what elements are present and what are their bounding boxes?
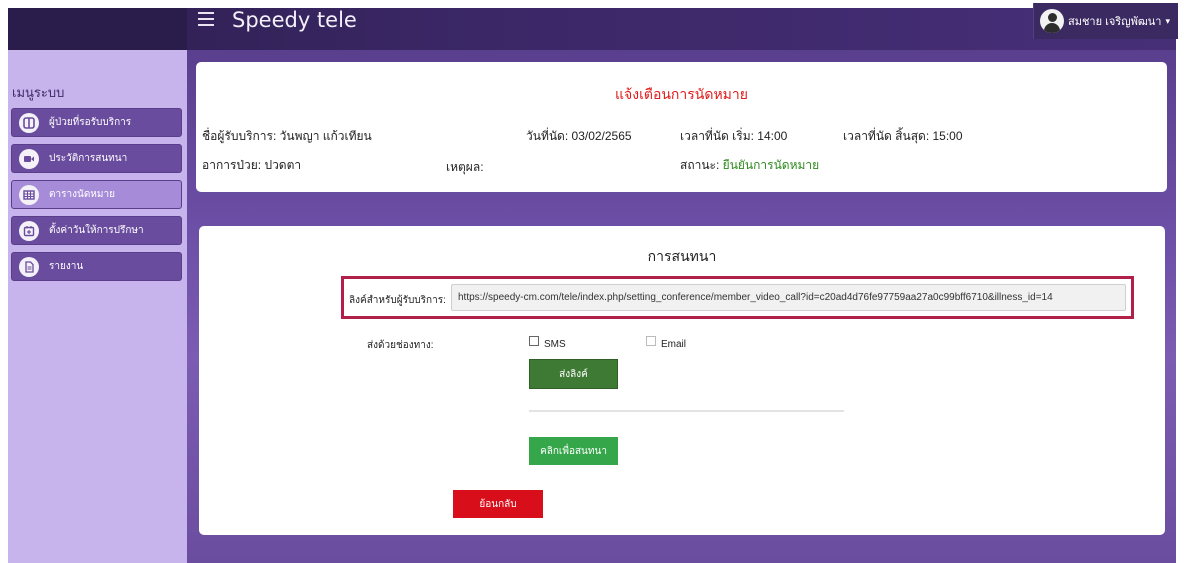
appointment-end-time: เวลาที่นัด สิ้นสุด: 15:00 <box>843 129 963 143</box>
video-camera-icon <box>19 148 39 169</box>
sidebar-item-label: รายงาน <box>49 261 84 272</box>
sidebar-item-reports[interactable]: รายงาน <box>11 252 182 281</box>
main-content: แจ้งเตือนการนัดหมาย ชื่อผู้รับบริการ: วั… <box>187 50 1176 563</box>
sidebar-item-label: ตารางนัดหมาย <box>49 189 115 200</box>
email-label: Email <box>661 339 687 350</box>
conversation-title: การสนทนา <box>647 248 717 264</box>
appointment-status: สถานะ: ยืนยันการนัดหมาย <box>680 156 819 175</box>
appointment-alert-title: แจ้งเตือนการนัดหมาย <box>615 86 748 102</box>
hamburger-menu-icon[interactable] <box>198 12 214 28</box>
client-name: ชื่อผู้รับบริการ: วันพญา แก้วเทียน <box>202 129 372 143</box>
sidebar-item-consult-days[interactable]: ตั้งค่าวันให้การปรึกษา <box>11 216 182 245</box>
reason: เหตุผล: <box>446 160 484 174</box>
symptom: อาการป่วย: ปวดตา <box>202 158 302 172</box>
divider <box>529 410 844 412</box>
user-avatar-icon <box>1039 9 1064 33</box>
status-value: ยืนยันการนัดหมาย <box>722 158 820 172</box>
client-link-input[interactable] <box>451 284 1126 311</box>
sidebar-title: เมนูระบบ <box>12 85 65 100</box>
sidebar-item-label: ตั้งค่าวันให้การปรึกษา <box>49 225 144 236</box>
user-name: สมชาย เจริญพัฒนา <box>1067 16 1162 28</box>
status-label: สถานะ: <box>680 158 723 172</box>
document-icon <box>19 256 39 277</box>
client-link-label: ลิงค์สำหรับผู้รับบริการ: <box>349 295 446 306</box>
back-button[interactable]: ย้อนกลับ <box>453 490 543 518</box>
start-chat-button[interactable]: คลิกเพื่อสนทนา <box>529 437 618 465</box>
table-icon <box>19 184 39 205</box>
appointment-start-time: เวลาที่นัด เริ่ม: 14:00 <box>680 129 788 143</box>
sidebar-item-label: ผู้ป่วยที่รอรับบริการ <box>49 117 132 128</box>
app-title: Speedy tele <box>232 8 357 32</box>
email-checkbox[interactable] <box>646 336 656 346</box>
caret-down-icon: ▾ <box>1165 15 1170 26</box>
navbar-brand-area <box>8 8 187 50</box>
sidebar: เมนูระบบ ผู้ป่วยที่รอรับบริการ ประวัติกา… <box>8 50 187 563</box>
sidebar-item-appointments[interactable]: ตารางนัดหมาย <box>11 180 182 209</box>
conversation-card: การสนทนา ลิงค์สำหรับผู้รับบริการ: ส่งด้ว… <box>199 226 1165 535</box>
sms-label: SMS <box>544 339 566 350</box>
send-via-label: ส่งด้วยช่องทาง: <box>367 340 434 351</box>
sidebar-item-chat-history[interactable]: ประวัติการสนทนา <box>11 144 182 173</box>
columns-icon <box>19 112 39 133</box>
calendar-plus-icon <box>19 220 39 241</box>
sidebar-item-label: ประวัติการสนทนา <box>49 153 128 164</box>
appointment-date: วันที่นัด: 03/02/2565 <box>526 129 632 143</box>
user-menu-dropdown[interactable]: สมชาย เจริญพัฒนา ▾ <box>1032 3 1178 39</box>
send-link-button[interactable]: ส่งลิงค์ <box>529 359 618 389</box>
sidebar-item-waiting-patients[interactable]: ผู้ป่วยที่รอรับบริการ <box>11 108 182 137</box>
top-navbar <box>8 8 1176 50</box>
client-link-box: ลิงค์สำหรับผู้รับบริการ: <box>341 276 1134 319</box>
sms-checkbox[interactable] <box>529 336 539 346</box>
appointment-card: แจ้งเตือนการนัดหมาย ชื่อผู้รับบริการ: วั… <box>196 62 1167 192</box>
